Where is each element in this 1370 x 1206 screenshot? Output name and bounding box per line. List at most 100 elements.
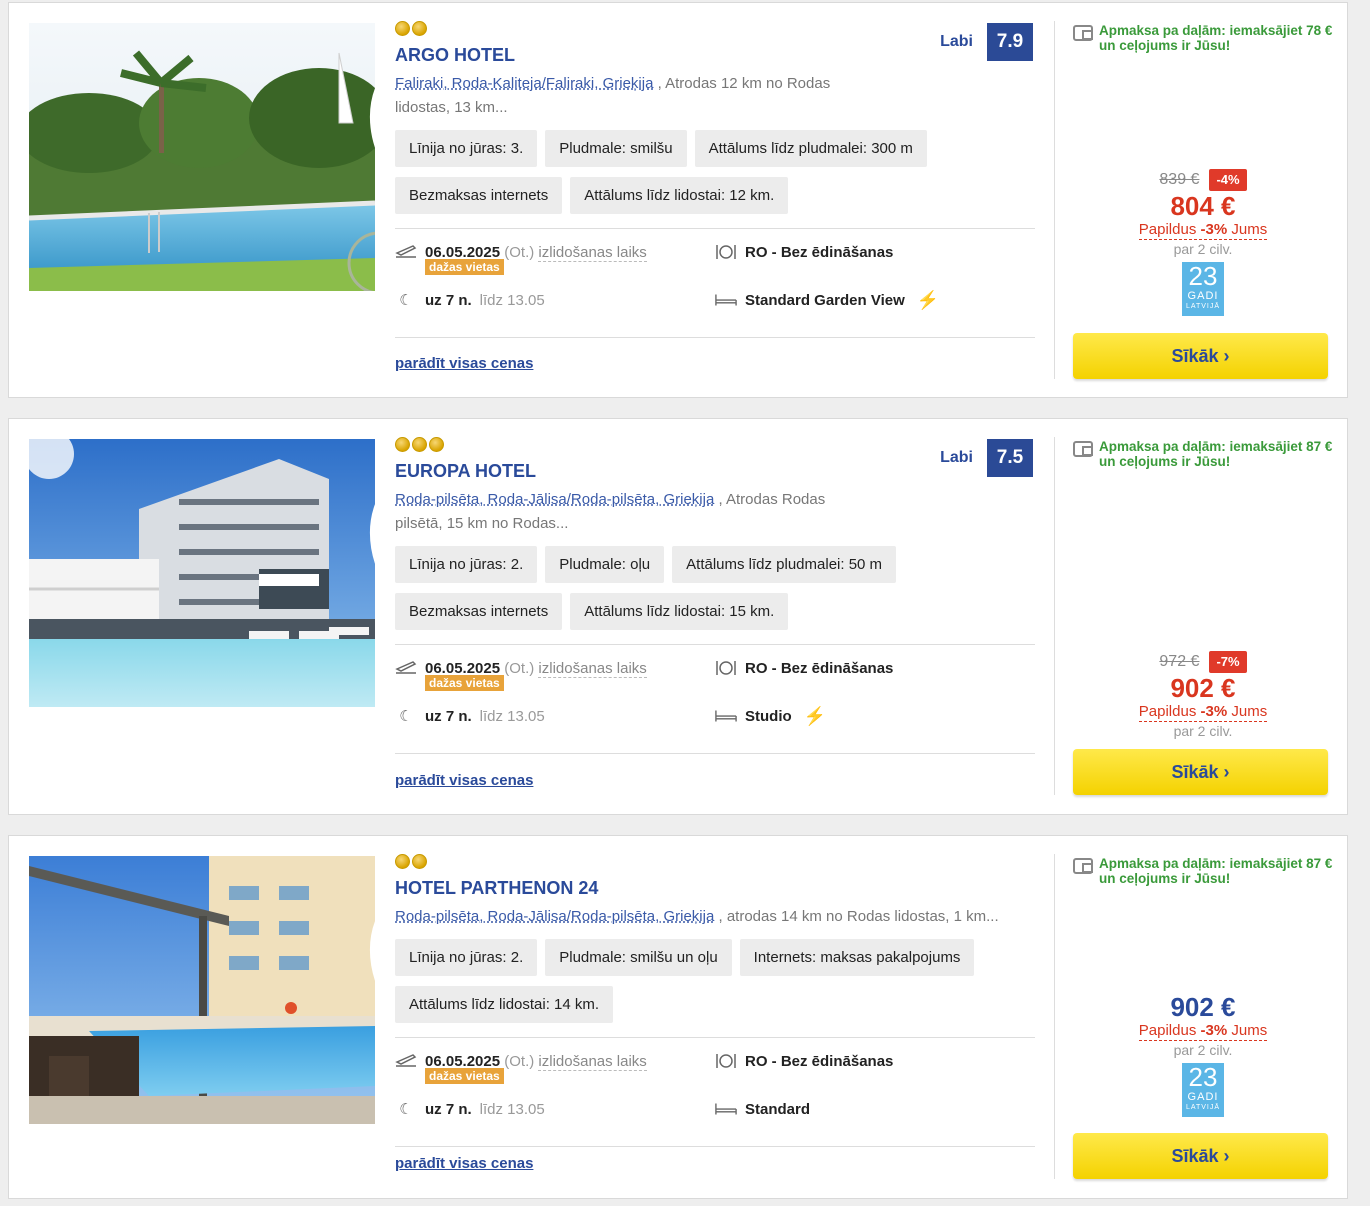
hotel-photo[interactable] (29, 23, 375, 291)
feature-tag: Attālums līdz lidostai: 14 km. (395, 986, 614, 1023)
feature-tag: Pludmale: smilšu (545, 130, 687, 167)
hotel-info: EUROPA HOTEL Roda-pilsēta, Roda-Jālisa/R… (395, 437, 1035, 789)
per-persons: par 2 cilv. (1173, 241, 1233, 257)
star-icon (395, 854, 410, 869)
hotel-location: Roda-pilsēta, Roda-Jālisa/Roda-pilsēta, … (395, 488, 855, 536)
anniversary-badge: 23 GADI LATVIJĀ (1182, 262, 1224, 316)
location-description: , atrodas 14 km no Rodas lidostas, 1 km.… (718, 908, 999, 925)
lightning-icon: ⚡ (916, 289, 940, 310)
feature-tags: Līnija no jūras: 3. Pludmale: smilšu Att… (395, 130, 1035, 214)
hotel-photo-image (29, 23, 375, 291)
rating-score: 7.5 (987, 439, 1033, 477)
hotel-photo[interactable] (29, 856, 375, 1124)
current-price: 902 € (1170, 992, 1236, 1022)
hotel-photo[interactable] (29, 439, 375, 707)
hotel-photo-image (29, 439, 375, 707)
favorite-heart-icon[interactable] (333, 449, 375, 564)
meal-icon (715, 657, 737, 679)
departure-time-link[interactable]: izlidošanas laiks (538, 243, 647, 262)
hotel-location: Faliraki, Roda-Kaliteja/Faliraki, Grieķi… (395, 72, 855, 120)
departure-time-link[interactable]: izlidošanas laiks (538, 659, 647, 678)
divider (395, 337, 1035, 338)
nights: uz 7 n. (425, 291, 472, 309)
extra-percent: -3% (1200, 1022, 1228, 1039)
feature-tag: Attālums līdz pludmalei: 50 m (672, 546, 897, 583)
details-button[interactable]: Sīkāk › (1073, 333, 1328, 379)
hotel-name-link[interactable]: EUROPA HOTEL (395, 461, 1035, 482)
room-row: Studio ⚡ (715, 705, 826, 727)
wallet-icon (1073, 858, 1093, 874)
star-icon (412, 21, 427, 36)
trip-details: 06.05.2025 (Ot.) izlidošanas laiks dažas… (395, 1038, 1035, 1138)
feature-tag: Attālums līdz pludmalei: 300 m (694, 130, 927, 167)
moon-icon: ☾ (399, 1101, 413, 1118)
hotel-name-link[interactable]: ARGO HOTEL (395, 45, 1035, 66)
few-seats-badge: dažas vietas (425, 675, 504, 691)
nights: uz 7 n. (425, 707, 472, 725)
guest-rating: Labi 7.5 (940, 439, 1033, 477)
feature-tag: Pludmale: smilšu un oļu (545, 939, 732, 976)
hotel-info: ARGO HOTEL Faliraki, Roda-Kaliteja/Falir… (395, 21, 1035, 372)
badge-word: GADI (1187, 290, 1219, 302)
favorite-heart-icon[interactable] (333, 33, 375, 148)
extra-percent: -3% (1200, 703, 1228, 720)
price-column: Apmaksa pa daļām: iemaksājiet 87 € un ce… (1073, 439, 1333, 809)
details-button[interactable]: Sīkāk › (1073, 749, 1328, 795)
room-type: Standard Garden View (745, 291, 905, 309)
board-type: RO - Bez ēdināšanas (745, 659, 894, 677)
badge-word: GADI (1187, 1091, 1219, 1103)
badge-number: 23 (1188, 1062, 1218, 1092)
installment-text: Apmaksa pa daļām: iemaksājiet 87 € un ce… (1099, 856, 1333, 886)
feature-tag: Internets: maksas pakalpojums (739, 939, 975, 976)
departure-date: 06.05.2025 (425, 243, 501, 261)
favorite-heart-icon[interactable] (333, 866, 375, 981)
trip-details: 06.05.2025 (Ot.) izlidošanas laiks dažas… (395, 645, 1035, 745)
star-rating (395, 21, 1035, 39)
installment-note: Apmaksa pa daļām: iemaksājiet 78 € un ce… (1073, 23, 1333, 53)
per-persons: par 2 cilv. (1173, 1042, 1233, 1058)
lightning-icon: ⚡ (803, 705, 827, 726)
hotel-info: HOTEL PARTHENON 24 Roda-pilsēta, Roda-Jā… (395, 854, 1035, 1172)
departure-time-link[interactable]: izlidošanas laiks (538, 1052, 647, 1071)
details-button[interactable]: Sīkāk › (1073, 1133, 1328, 1179)
star-icon (395, 21, 410, 36)
room-row: Standard Garden View ⚡ (715, 289, 939, 311)
show-all-prices-link[interactable]: parādīt visas cenas (395, 1155, 533, 1172)
show-all-prices-link[interactable]: parādīt visas cenas (395, 772, 533, 789)
wallet-icon (1073, 441, 1093, 457)
location-link[interactable]: Roda-pilsēta, Roda-Jālisa/Roda-pilsēta, … (395, 491, 714, 508)
feature-tags: Līnija no jūras: 2. Pludmale: smilšu un … (395, 939, 1035, 1023)
star-icon (429, 437, 444, 452)
few-seats-badge: dažas vietas (425, 259, 504, 275)
board-type: RO - Bez ēdināšanas (745, 1052, 894, 1070)
location-link[interactable]: Roda-pilsēta, Roda-Jālisa/Roda-pilsēta, … (395, 908, 714, 925)
hotel-card: HOTEL PARTHENON 24 Roda-pilsēta, Roda-Jā… (8, 835, 1348, 1199)
discount-badge: -4% (1209, 169, 1247, 191)
price-box: 902 € Papildus -3% Jums par 2 cilv. 23 G… (1073, 992, 1333, 1117)
extra-discount[interactable]: Papildus -3% Jums (1138, 1022, 1268, 1041)
meal-icon (715, 241, 737, 263)
hotel-card: ARGO HOTEL Faliraki, Roda-Kaliteja/Falir… (8, 2, 1348, 398)
extra-discount[interactable]: Papildus -3% Jums (1138, 221, 1268, 240)
anniversary-badge: 23 GADI LATVIJĀ (1182, 1063, 1224, 1117)
installment-note: Apmaksa pa daļām: iemaksājiet 87 € un ce… (1073, 856, 1333, 886)
vertical-divider (1054, 21, 1055, 379)
discount-badge: -7% (1209, 651, 1247, 673)
extra-suffix: Jums (1231, 1022, 1268, 1039)
board-row: RO - Bez ēdināšanas (715, 241, 893, 263)
extra-suffix: Jums (1231, 703, 1268, 720)
rating-label: Labi (940, 449, 973, 466)
hotel-name-link[interactable]: HOTEL PARTHENON 24 (395, 878, 1035, 899)
extra-prefix: Papildus (1138, 703, 1197, 720)
show-all-prices-link[interactable]: parādīt visas cenas (395, 355, 533, 372)
location-link[interactable]: Faliraki, Roda-Kaliteja/Faliraki, Grieķi… (395, 75, 653, 92)
extra-prefix: Papildus (1138, 1022, 1197, 1039)
price-box: 839 € -4% 804 € Papildus -3% Jums par 2 … (1073, 169, 1333, 316)
badge-number: 23 (1188, 261, 1218, 291)
installment-text: Apmaksa pa daļām: iemaksājiet 87 € un ce… (1099, 439, 1333, 469)
extra-discount[interactable]: Papildus -3% Jums (1138, 703, 1268, 722)
board-row: RO - Bez ēdināšanas (715, 1050, 893, 1072)
vertical-divider (1054, 854, 1055, 1179)
weekday: (Ot.) (504, 1052, 535, 1070)
wallet-icon (1073, 25, 1093, 41)
